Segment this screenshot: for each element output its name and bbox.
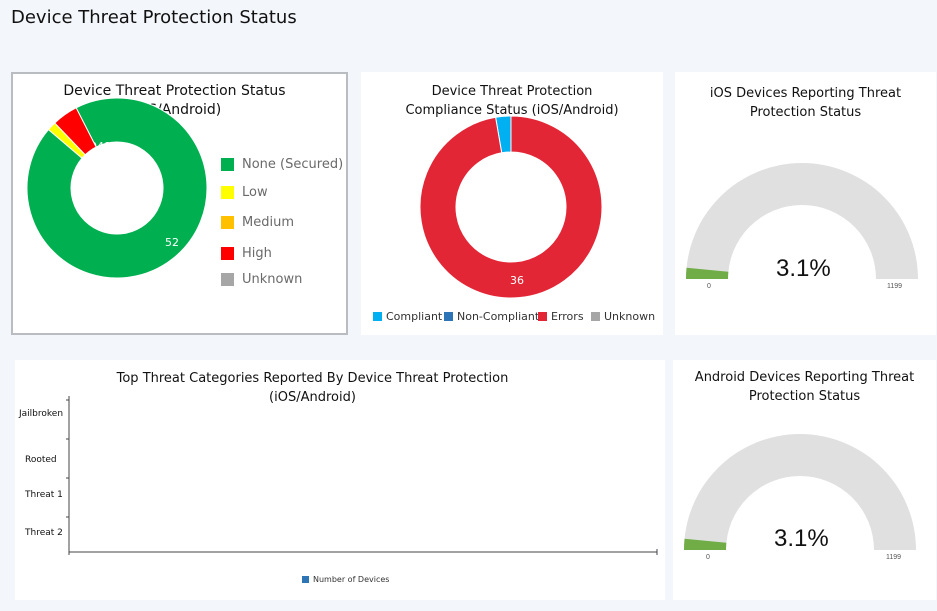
legend-item-none-secured[interactable]: None (Secured) [221,157,343,172]
tick-label-threat-1: Threat 1 [25,490,63,500]
legend-item-unknown[interactable]: Unknown [591,310,655,323]
legend-label: Compliant [386,310,443,323]
legend-swatch [444,312,453,321]
tick-label-rooted: Rooted [25,455,57,465]
android-gauge-max: 1199 [886,554,902,561]
legend-swatch [221,247,234,260]
ios-gauge-card[interactable]: iOS Devices Reporting Threat Protection … [675,72,936,335]
legend-item-non-compliant[interactable]: Non-Compliant [444,310,539,323]
legend-swatch [221,273,234,286]
legend-label: Low [242,185,268,200]
legend-item-medium[interactable]: Medium [221,215,294,230]
android-gauge-value: 3.1% [774,525,829,552]
ios-gauge-value: 3.1% [776,255,831,282]
compliance-status-donut: 36 [419,115,603,299]
legend-swatch [373,312,382,321]
ios-gauge [686,163,918,279]
ios-gauge-max: 1199 [887,283,903,290]
legend-swatch [221,216,234,229]
legend-item-errors[interactable]: Errors [538,310,584,323]
compliance-status-card[interactable]: Device Threat Protection Compliance Stat… [361,72,663,335]
android-gauge [684,434,916,550]
legend-swatch [591,312,600,321]
threat-categories-chart [66,396,658,555]
threat-categories-legend: Number of Devices [302,575,389,584]
threat-status-card[interactable]: Device Threat Protection Status (iOS/And… [11,72,348,335]
data-label-high: 52 [165,236,179,249]
data-label-errors: 36 [510,274,524,287]
legend-label: High [242,246,272,261]
legend-swatch [538,312,547,321]
threat-categories-card[interactable]: Top Threat Categories Reported By Device… [15,360,665,600]
slice-errors[interactable] [419,115,603,299]
legend-label: Medium [242,215,294,230]
threat-status-donut: 104852 [26,97,208,279]
legend-swatch [221,158,234,171]
legend-swatch [221,186,234,199]
tick-label-jailbroken: Jailbroken [19,409,64,419]
legend-item-low[interactable]: Low [221,185,268,200]
threat-categories-legend-label: Number of Devices [313,575,390,584]
tick-label-threat-2: Threat 2 [25,528,63,538]
ios-gauge-min: 0 [707,283,711,290]
page-title: Device Threat Protection Status [11,7,297,28]
android-gauge-min: 0 [706,554,710,561]
legend-label: Unknown [242,272,303,287]
legend-label: Unknown [604,310,656,323]
legend-item-high[interactable]: High [221,246,272,261]
threat-categories-legend-swatch [302,576,309,583]
legend-label: Non-Compliant [457,310,540,323]
legend-item-unknown[interactable]: Unknown [221,272,302,287]
legend-label: None (Secured) [242,157,344,172]
legend-label: Errors [551,310,584,323]
legend-item-compliant[interactable]: Compliant [373,310,442,323]
android-gauge-card[interactable]: Android Devices Reporting Threat Protect… [673,360,936,600]
